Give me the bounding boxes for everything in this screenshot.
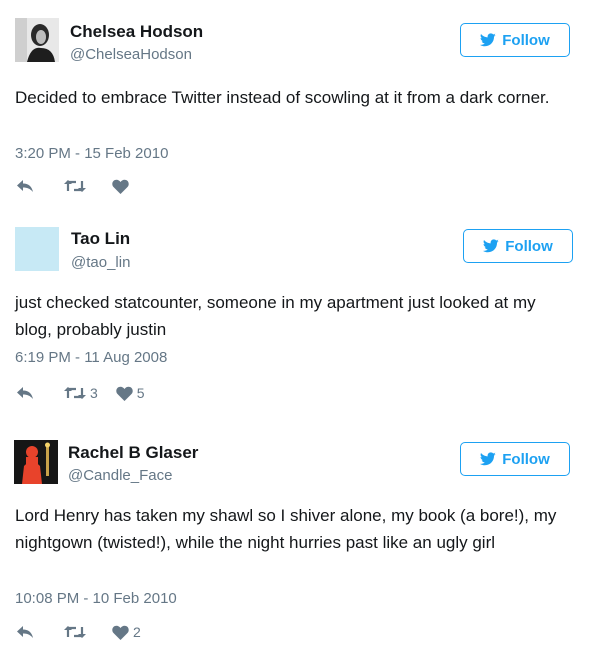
twitter-bird-icon (480, 33, 496, 47)
reply-button[interactable] (16, 179, 34, 193)
user-handle[interactable]: @Candle_Face (68, 467, 172, 484)
user-handle[interactable]: @tao_lin (71, 254, 130, 271)
heart-icon (112, 179, 129, 194)
tweet-text: just checked statcounter, someone in my … (15, 293, 536, 339)
follow-label: Follow (502, 31, 550, 49)
follow-button[interactable]: Follow (460, 23, 570, 57)
heart-icon (116, 386, 133, 401)
tweet-card: Tao Lin @tao_lin Follow just checked sta… (0, 205, 600, 420)
avatar[interactable] (15, 18, 59, 62)
follow-button[interactable]: Follow (460, 442, 570, 476)
blank-avatar-icon (15, 227, 59, 271)
like-button[interactable]: 5 (116, 385, 145, 401)
tweet-timestamp[interactable]: 3:20 PM - 15 Feb 2010 (15, 145, 168, 162)
like-button[interactable] (112, 179, 133, 194)
tweet-timestamp[interactable]: 6:19 PM - 11 Aug 2008 (15, 349, 167, 366)
follow-button[interactable]: Follow (463, 229, 573, 263)
woman-portrait-icon (15, 18, 59, 62)
reply-icon (17, 387, 33, 399)
reply-icon (17, 626, 33, 638)
tweet-timestamp[interactable]: 10:08 PM - 10 Feb 2010 (15, 590, 177, 607)
user-handle[interactable]: @ChelseaHodson (70, 46, 192, 63)
tweet-actions (16, 176, 133, 196)
tweet-card: Rachel B Glaser @Candle_Face Follow Lord… (0, 420, 600, 659)
retweet-icon (64, 626, 86, 638)
avatar[interactable] (15, 227, 59, 271)
tweet-actions: 3 5 (16, 383, 145, 403)
retweet-button[interactable] (64, 625, 90, 639)
like-button[interactable]: 2 (112, 624, 141, 640)
reply-button[interactable] (16, 386, 34, 400)
retweet-icon (64, 387, 86, 399)
red-figure-icon (14, 440, 58, 484)
tweet-text: Decided to embrace Twitter instead of sc… (15, 88, 550, 107)
reply-button[interactable] (16, 625, 34, 639)
tweet-text: Lord Henry has taken my shawl so I shive… (15, 506, 557, 552)
follow-label: Follow (502, 450, 550, 468)
twitter-bird-icon (483, 239, 499, 253)
display-name[interactable]: Chelsea Hodson (70, 22, 203, 42)
tweet-card: Chelsea Hodson @ChelseaHodson Follow Dec… (0, 0, 600, 205)
like-count: 2 (133, 624, 141, 640)
tweet-actions: 2 (16, 622, 141, 642)
follow-label: Follow (505, 237, 553, 255)
twitter-bird-icon (480, 452, 496, 466)
retweet-button[interactable] (64, 179, 90, 193)
retweet-icon (64, 180, 86, 192)
heart-icon (112, 625, 129, 640)
display-name[interactable]: Rachel B Glaser (68, 443, 198, 463)
like-count: 5 (136, 385, 145, 401)
avatar[interactable] (14, 440, 58, 484)
retweet-button[interactable]: 3 (64, 385, 98, 401)
display-name[interactable]: Tao Lin (71, 229, 130, 249)
retweet-count: 3 (90, 385, 98, 401)
reply-icon (17, 180, 33, 192)
